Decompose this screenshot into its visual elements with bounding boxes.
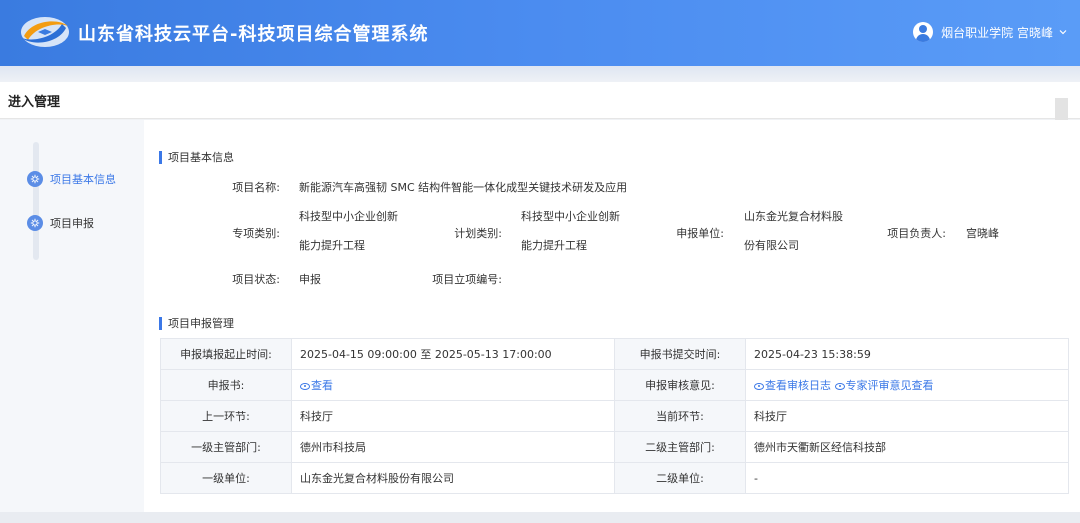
eye-icon [834,383,845,390]
table-value: - [745,462,1069,494]
table-key: 当前环节: [614,400,746,432]
approval-number-label: 项目立项编号: [432,273,502,286]
project-status-value: 申报 [299,273,321,286]
table-value: 科技厅 [291,400,615,432]
table-key: 一级主管部门: [160,431,292,463]
plan-category-label: 计划类别: [454,227,502,240]
table-row: 申报填报起止时间: 2025-04-15 09:00:00 至 2025-05-… [160,338,1069,370]
project-name-label: 项目名称: [232,181,280,194]
section-title-manage: 项目申报管理 [159,315,234,331]
plan-category-value: 科技型中小企业创新 能力提升工程 [521,210,620,252]
section-title-basic: 项目基本信息 [159,149,234,165]
declare-unit-label: 申报单位: [676,227,724,240]
view-expert-opinion-link[interactable]: 专家评审意见查看 [834,379,934,392]
table-key: 申报审核意见: [614,369,746,401]
section-accent-bar [159,316,162,330]
table-key: 申报填报起止时间: [160,338,292,370]
table-value: 2025-04-15 09:00:00 至 2025-05-13 17:00:0… [291,338,615,370]
sidebar-item-label: 项目基本信息 [50,173,116,186]
table-value: 查看审核日志 专家评审意见查看 [745,369,1069,401]
special-category-label: 专项类别: [232,227,280,240]
chevron-down-icon [1059,30,1067,35]
sidebar-track [33,142,39,260]
table-value: 查看 [291,369,615,401]
table-key: 上一环节: [160,400,292,432]
sidebar-item-declaration[interactable]: 项目申报 [27,215,94,231]
user-menu[interactable]: 烟台职业学院 宫晓峰 [913,22,1068,42]
table-value: 科技厅 [745,400,1069,432]
project-status-label: 项目状态: [232,273,280,286]
eye-icon [300,383,310,390]
gear-icon [27,215,43,231]
table-row: 一级主管部门: 德州市科技局 二级主管部门: 德州市天衢新区经信科技部 [160,431,1069,463]
header-band [0,66,1080,82]
sidebar-item-label: 项目申报 [50,217,94,230]
sidebar-item-basic-info[interactable]: 项目基本信息 [27,171,116,187]
table-row: 一级单位: 山东金光复合材料股份有限公司 二级单位: - [160,462,1069,494]
table-key: 二级主管部门: [614,431,746,463]
project-leader-value: 宫晓峰 [966,227,999,240]
section-accent-bar [159,150,162,164]
view-declaration-link[interactable]: 查看 [300,379,333,392]
table-value: 山东金光复合材料股份有限公司 [291,462,615,494]
app-title: 山东省科技云平台-科技项目综合管理系统 [78,24,429,45]
table-row: 上一环节: 科技厅 当前环节: 科技厅 [160,400,1069,432]
swoosh-logo [21,17,69,47]
table-key: 申报书: [160,369,292,401]
declaration-table: 申报填报起止时间: 2025-04-15 09:00:00 至 2025-05-… [160,338,1069,494]
declare-unit-value: 山东金光复合材料股 份有限公司 [744,210,843,252]
table-key: 一级单位: [160,462,292,494]
table-key: 二级单位: [614,462,746,494]
user-name: 烟台职业学院 宫晓峰 [941,25,1053,40]
page-title: 进入管理 [8,95,61,110]
view-review-log-link[interactable]: 查看审核日志 [754,379,831,392]
table-value: 德州市科技局 [291,431,615,463]
table-value: 德州市天衢新区经信科技部 [745,431,1069,463]
eye-icon [754,383,764,390]
table-key: 申报书提交时间: [614,338,746,370]
special-category-value: 科技型中小企业创新 能力提升工程 [299,210,398,252]
table-row: 申报书: 查看 申报审核意见: 查看审核日志 专家评审意见查看 [160,369,1069,401]
top-header: 山东省科技云平台-科技项目综合管理系统 烟台职业学院 宫晓峰 [0,0,1080,66]
table-value: 2025-04-23 15:38:59 [745,338,1069,370]
gear-icon [27,171,43,187]
page-title-bar: 进入管理 [0,82,1080,124]
bottom-strip [0,512,1080,523]
project-name-value: 新能源汽车高强韧 SMC 结构件智能一体化成型关键技术研发及应用 [299,181,628,194]
project-leader-label: 项目负责人: [887,227,946,240]
user-avatar-icon [913,22,934,42]
